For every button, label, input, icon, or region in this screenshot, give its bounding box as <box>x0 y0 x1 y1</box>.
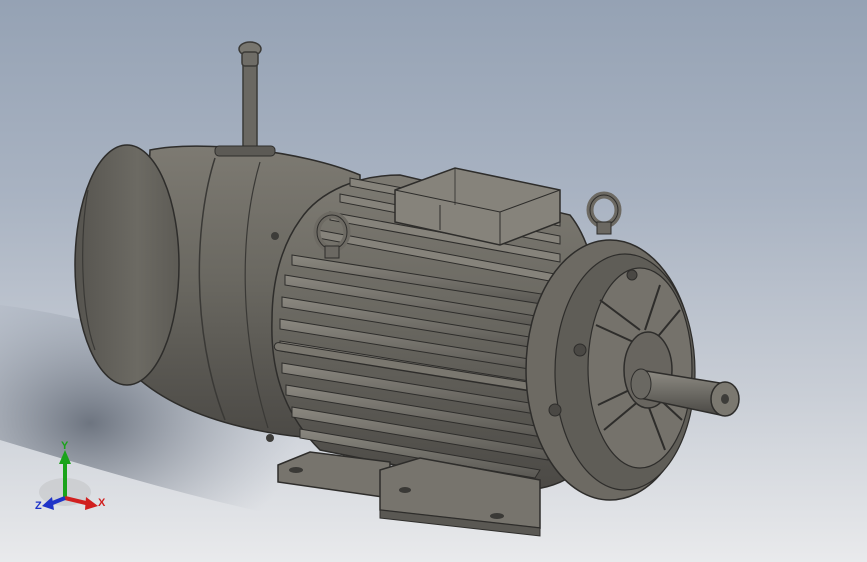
brake-release-lever[interactable] <box>238 41 262 151</box>
triad-z-label: Z <box>35 500 42 512</box>
triad-x-arrow <box>85 497 98 510</box>
triad-x-label: X <box>98 497 106 509</box>
view-orientation-triad[interactable]: Y X Z <box>30 440 120 520</box>
graphics-viewport[interactable]: Y X Z <box>0 0 867 562</box>
triad-y-arrow <box>59 450 71 464</box>
triad-y-label: Y <box>61 440 69 452</box>
front-end-shield <box>525 239 696 501</box>
lifting-eye-front <box>586 191 622 235</box>
motor-model[interactable] <box>0 0 867 562</box>
